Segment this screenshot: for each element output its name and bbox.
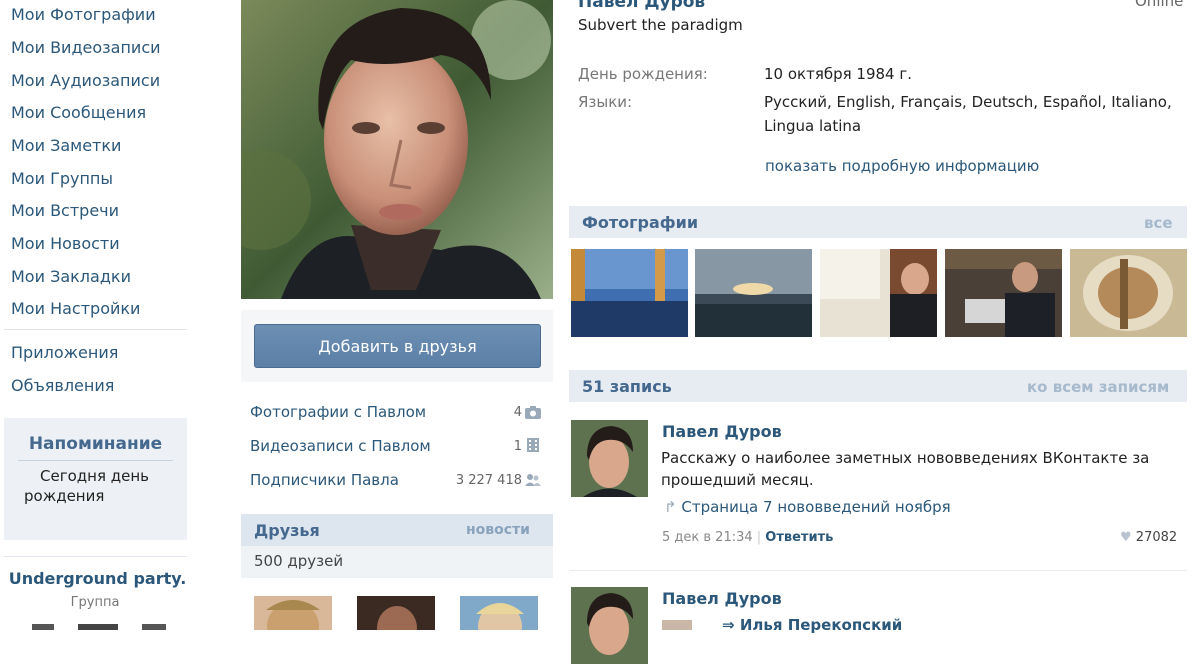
shared-user-avatar[interactable] xyxy=(662,620,692,630)
like-count: 27082 xyxy=(1135,530,1178,545)
birthday-value[interactable]: 10 октября 1984 г. xyxy=(764,62,1184,86)
reminder-separator xyxy=(18,460,173,461)
shared-user-name: Илья Перекопский xyxy=(739,616,903,634)
group-image-strip xyxy=(32,624,54,630)
profile-avatar[interactable] xyxy=(241,0,553,299)
photo-thumbnail[interactable] xyxy=(571,249,688,337)
friends-count-bar: 500 друзей xyxy=(241,546,553,578)
friend-avatar[interactable] xyxy=(460,596,538,630)
friend-avatar[interactable] xyxy=(357,596,435,630)
friends-count: 500 друзей xyxy=(254,552,344,570)
photos-with-link[interactable]: Фотографии с Павлом xyxy=(250,403,426,421)
post-date[interactable]: 5 дек в 21:34 xyxy=(662,530,753,545)
nav-my-photos[interactable]: Мои Фотографии xyxy=(11,5,156,24)
photos-all-link[interactable]: все xyxy=(1144,214,1173,232)
nav-my-videos[interactable]: Мои Видеозаписи xyxy=(11,38,161,57)
reply-link[interactable]: Ответить xyxy=(765,530,833,545)
nav-my-messages[interactable]: Мои Сообщения xyxy=(11,103,146,122)
shared-user-link[interactable]: ⇒ Илья Перекопский xyxy=(722,616,902,634)
photo-thumbnail[interactable] xyxy=(1070,249,1187,337)
photos-with-count: 4 xyxy=(513,405,522,420)
show-details-link[interactable]: показать подробную информацию xyxy=(765,157,1039,175)
camera-icon xyxy=(525,406,541,419)
followers-icon xyxy=(525,474,541,486)
like-button[interactable]: ♥ 27082 xyxy=(1120,530,1177,545)
post-author-name[interactable]: Павел Дуров xyxy=(662,589,782,608)
post-divider xyxy=(569,570,1187,571)
nav-my-news[interactable]: Мои Новости xyxy=(11,234,120,253)
videos-with-link[interactable]: Видеозаписи с Павлом xyxy=(250,437,431,455)
share-arrow-icon: ↱ xyxy=(664,498,677,516)
nav-my-notes[interactable]: Мои Заметки xyxy=(11,136,121,155)
profile-status[interactable]: Subvert the paradigm xyxy=(578,16,743,34)
left-navigation: Мои Фотографии Мои Видеозаписи Мои Аудио… xyxy=(0,0,200,630)
reminder-title: Напоминание xyxy=(28,434,163,454)
friend-avatar[interactable] xyxy=(254,596,332,630)
nav-divider xyxy=(4,329,187,330)
reminder-box: Напоминание Сегодня день рождения xyxy=(4,418,187,540)
online-status: Online xyxy=(1135,0,1184,10)
nav-my-audio[interactable]: Мои Аудиозаписи xyxy=(11,71,160,90)
photo-thumbnail[interactable] xyxy=(695,249,812,337)
photos-title[interactable]: Фотографии xyxy=(582,213,698,232)
post-author-name[interactable]: Павел Дуров xyxy=(662,422,782,441)
friends-title[interactable]: Друзья xyxy=(254,521,320,540)
post-meta: 5 дек в 21:34 | Ответить xyxy=(662,530,834,545)
heart-icon: ♥ xyxy=(1120,530,1132,545)
nav-ads[interactable]: Объявления xyxy=(11,376,114,395)
post-author-avatar[interactable] xyxy=(571,587,648,664)
languages-label: Языки: xyxy=(578,93,633,111)
reminder-day: день xyxy=(110,467,149,485)
film-icon xyxy=(527,438,539,452)
post-shared-title: Страница 7 нововведений ноября xyxy=(681,498,951,516)
reminder-birthday: рождения xyxy=(24,487,105,505)
wall-title[interactable]: 51 запись xyxy=(582,377,672,396)
add-friend-button[interactable]: Добавить в друзья xyxy=(254,324,541,368)
nav-applications[interactable]: Приложения xyxy=(11,343,118,362)
videos-with-count: 1 xyxy=(513,439,522,454)
wall-all-link[interactable]: ко всем записям xyxy=(1027,378,1169,396)
share-arrow-icon: ⇒ xyxy=(722,616,735,634)
group-image-strip xyxy=(78,624,118,630)
photo-thumbnail[interactable] xyxy=(820,249,937,337)
group-type-label: Группа xyxy=(70,595,120,610)
nav-my-bookmarks[interactable]: Мои Закладки xyxy=(11,267,131,286)
post-text: Расскажу о наиболее заметных нововведени… xyxy=(661,449,1150,489)
followers-link[interactable]: Подписчики Павла xyxy=(250,471,399,489)
followers-count: 3 227 418 xyxy=(455,473,522,488)
birthday-label: День рождения: xyxy=(578,65,708,83)
photo-thumbnail[interactable] xyxy=(945,249,1062,337)
nav-my-events[interactable]: Мои Встречи xyxy=(11,201,119,220)
reminder-text[interactable]: Сегодня день рождения xyxy=(24,466,174,506)
group-divider xyxy=(4,556,187,557)
languages-value: Русский, English, Français, Deutsch, Esp… xyxy=(764,93,1172,135)
post-shared-link[interactable]: ↱ Страница 7 нововведений ноября xyxy=(664,498,951,516)
group-name-link[interactable]: Underground party. xyxy=(0,569,195,588)
reminder-today: Сегодня xyxy=(40,467,106,485)
nav-my-groups[interactable]: Мои Группы xyxy=(11,169,113,188)
post-author-avatar[interactable] xyxy=(571,420,648,497)
friends-news-link[interactable]: новости xyxy=(466,522,530,538)
profile-name: Павел Дуров xyxy=(578,0,706,12)
nav-my-settings[interactable]: Мои Настройки xyxy=(11,299,140,318)
group-image-strip xyxy=(142,624,166,630)
